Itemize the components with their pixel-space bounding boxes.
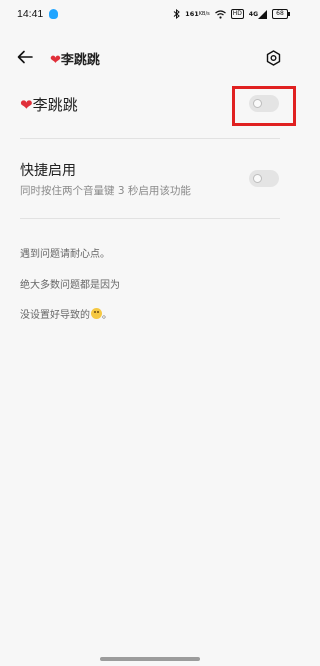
sad-face-emoji-icon [91,308,102,319]
back-button[interactable] [14,47,36,67]
qq-notification-icon [49,9,59,19]
divider [20,138,280,139]
cellular-signal-icon: 4G [248,9,267,19]
app-header: ❤李跳跳 [0,40,300,74]
divider [20,218,280,219]
note-line-1: 遇到问题请耐心点。 [20,249,110,260]
battery-level: 68 [276,10,284,17]
home-indicator[interactable] [100,657,200,661]
main-toggle-label: ❤李跳跳 [20,94,78,115]
back-arrow-icon [17,50,33,64]
page-title-text: 李跳跳 [60,53,100,68]
settings-button[interactable] [263,48,283,68]
note-line-3-text: 没设置好导致的 [20,310,90,321]
heart-icon: ❤ [20,96,33,114]
network-speed-unit: KB/s [198,11,210,17]
quick-start-label: 快捷启用 [20,163,76,179]
network-speed: 161 KB/s [185,10,210,18]
note-line-3: 没设置好导致的 。 [20,306,112,321]
settings-hexagon-icon [266,50,280,66]
highlight-annotation-box [232,86,296,126]
status-bar: 14:41 161 KB/s HD 4G 68 [0,0,300,28]
quick-start-toggle-switch[interactable] [249,170,279,187]
note-line-2: 绝大多数问题都是因为 [20,280,120,291]
status-right: 161 KB/s HD 4G 68 [173,9,290,19]
bluetooth-icon [173,9,180,19]
network-speed-value: 161 [185,10,199,18]
heart-icon: ❤ [50,53,61,68]
note-line-3-end: 。 [102,310,112,321]
wifi-icon [214,9,226,19]
signal-type-label: 4G [248,10,258,18]
page-title: ❤李跳跳 [50,49,100,68]
main-toggle-label-text: 李跳跳 [32,96,78,114]
status-time: 14:41 [17,8,44,20]
status-left: 14:41 [17,8,59,20]
hd-badge: HD [230,9,244,19]
toggle-knob [253,174,262,183]
battery-icon: 68 [272,9,290,19]
quick-start-description: 同时按住两个音量键 3 秒启用该功能 [20,185,191,197]
